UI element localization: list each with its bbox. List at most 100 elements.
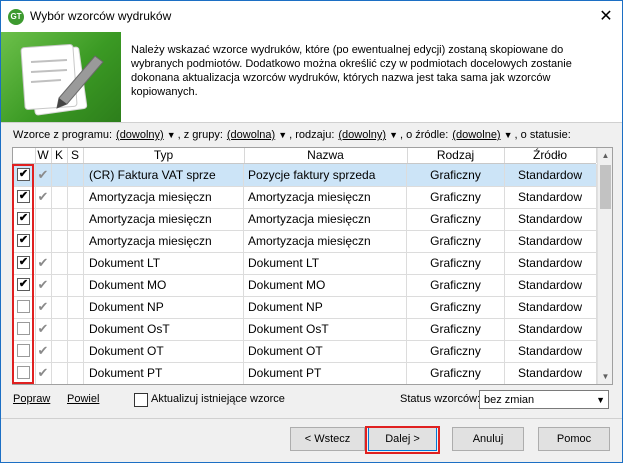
update-existing-label: Aktualizuj istniejące wzorce — [151, 393, 285, 405]
row-s-cell — [67, 362, 84, 384]
header-zrodlo[interactable]: Źródło — [504, 148, 597, 163]
row-typ: Amortyzacja miesięczn — [83, 186, 244, 208]
help-button[interactable]: Pomoc — [538, 427, 610, 451]
row-w-cell: ✔ — [35, 164, 52, 186]
row-nazwa: Amortyzacja miesięczn — [244, 208, 407, 230]
separator — [1, 418, 622, 419]
chevron-down-icon[interactable]: ▼ — [167, 130, 176, 140]
filter-kind-label: , rodzaju: — [289, 129, 335, 141]
cancel-button[interactable]: Anuluj — [452, 427, 524, 451]
scroll-up-icon[interactable]: ▲ — [598, 148, 612, 163]
row-w-cell: ✔ — [35, 318, 52, 340]
table-row[interactable]: ✔ ✔ (CR) Faktura VAT sprze Pozycje faktury … — [13, 164, 597, 187]
templates-grid[interactable]: W K S Typ Nazwa Rodzaj Źródło ✔ ✔ (CR) Fak… — [12, 147, 613, 385]
powiel-link[interactable]: Powiel — [67, 393, 99, 405]
table-row[interactable]: ✔ ✔ Dokument LT Dokument LT Graficzny Standar… — [13, 252, 597, 275]
row-nazwa: Amortyzacja miesięczn — [244, 186, 407, 208]
filter-group-dropdown[interactable]: (dowolna) — [227, 129, 275, 141]
chevron-down-icon[interactable]: ▼ — [278, 130, 287, 140]
row-w-cell: ✔ — [35, 186, 52, 208]
header-typ[interactable]: Typ — [83, 148, 245, 163]
chevron-down-icon[interactable]: ▼ — [389, 130, 398, 140]
vertical-scrollbar[interactable]: ▲ ▼ — [597, 148, 612, 384]
row-typ: Amortyzacja miesięczn — [83, 230, 244, 252]
scroll-down-icon[interactable]: ▼ — [598, 369, 612, 384]
row-w-cell: ✔ — [35, 252, 52, 274]
row-rodzaj: Graficzny — [407, 164, 505, 186]
check-mark-icon: ✔ — [37, 299, 49, 314]
header-rodzaj[interactable]: Rodzaj — [407, 148, 505, 163]
check-mark-icon: ✔ — [37, 189, 49, 204]
notepad-pencil-icon — [1, 32, 121, 122]
row-w-cell: ✔ — [35, 340, 52, 362]
status-select[interactable]: bez zmian ▼ — [479, 390, 609, 409]
row-typ: Dokument MO — [83, 274, 244, 296]
dialog-window: GT Wybór wzorców wydruków ✕ Należy wskaz… — [0, 0, 623, 463]
filter-program-dropdown[interactable]: (dowolny) — [116, 129, 164, 141]
row-typ: (CR) Faktura VAT sprze — [83, 164, 244, 186]
row-w-cell — [35, 230, 52, 252]
row-zrodlo: Standardow — [504, 186, 597, 208]
row-s-cell — [67, 274, 84, 296]
update-existing-checkbox[interactable] — [134, 393, 148, 407]
table-row[interactable]: ✔ Dokument NP Dokument NP Graficzny Standard… — [13, 296, 597, 319]
table-row[interactable]: ✔ Amortyzacja miesięczn Amortyzacja miesię… — [13, 208, 597, 231]
filter-group-label: , z grupy: — [177, 129, 223, 141]
row-k-cell — [51, 274, 68, 296]
check-mark-icon: ✔ — [37, 255, 49, 270]
row-zrodlo: Standardow — [504, 274, 597, 296]
header-check[interactable] — [13, 148, 36, 163]
row-typ: Dokument OsT — [83, 318, 244, 340]
highlight-next-button — [365, 426, 440, 454]
row-rodzaj: Graficzny — [407, 230, 505, 252]
back-button[interactable]: < Wstecz — [290, 427, 365, 451]
highlight-checkbox-column — [12, 164, 34, 384]
row-zrodlo: Standardow — [504, 362, 597, 384]
row-nazwa: Dokument OsT — [244, 318, 407, 340]
row-s-cell — [67, 252, 84, 274]
close-button[interactable]: ✕ — [590, 1, 622, 32]
row-k-cell — [51, 362, 68, 384]
table-row[interactable]: ✔ Dokument OsT Dokument OsT Graficzny Standa… — [13, 318, 597, 341]
banner-description: Należy wskazać wzorce wydruków, które (p… — [131, 44, 572, 98]
filter-kind-dropdown[interactable]: (dowolny) — [338, 129, 386, 141]
header-w[interactable]: W — [35, 148, 52, 163]
table-row[interactable]: ✔ Dokument OT Dokument OT Graficzny Standard… — [13, 340, 597, 363]
row-rodzaj: Graficzny — [407, 186, 505, 208]
row-s-cell — [67, 296, 84, 318]
info-banner: Należy wskazać wzorce wydruków, które (p… — [1, 32, 622, 123]
row-s-cell — [67, 164, 84, 186]
row-s-cell — [67, 186, 84, 208]
check-mark-icon: ✔ — [37, 277, 49, 292]
table-row[interactable]: ✔ ✔ Dokument MO Dokument MO Graficzny Standar… — [13, 274, 597, 297]
status-select-value: bez zmian — [484, 394, 535, 406]
row-s-cell — [67, 230, 84, 252]
row-rodzaj: Graficzny — [407, 362, 505, 384]
filter-status-label: , o statusie: — [514, 129, 571, 141]
row-k-cell — [51, 296, 68, 318]
row-w-cell: ✔ — [35, 362, 52, 384]
check-mark-icon: ✔ — [37, 167, 49, 182]
table-row[interactable]: ✔ Dokument PT Dokument PT Graficzny Standard… — [13, 362, 597, 384]
row-rodzaj: Graficzny — [407, 208, 505, 230]
app-logo-icon: GT — [8, 9, 24, 25]
chevron-down-icon[interactable]: ▼ — [504, 130, 513, 140]
table-row[interactable]: ✔ ✔ Amortyzacja miesięczn Amortyzacja miesi… — [13, 186, 597, 209]
header-s[interactable]: S — [67, 148, 84, 163]
header-nazwa[interactable]: Nazwa — [244, 148, 408, 163]
check-mark-icon: ✔ — [37, 321, 49, 336]
popraw-link[interactable]: Popraw — [13, 393, 50, 405]
filter-source-dropdown[interactable]: (dowolne) — [452, 129, 500, 141]
header-k[interactable]: K — [51, 148, 68, 163]
scroll-thumb[interactable] — [600, 165, 611, 209]
row-k-cell — [51, 318, 68, 340]
grid-header: W K S Typ Nazwa Rodzaj Źródło — [13, 148, 597, 164]
filter-source-label: , o źródle: — [399, 129, 449, 141]
row-zrodlo: Standardow — [504, 252, 597, 274]
row-k-cell — [51, 164, 68, 186]
row-w-cell: ✔ — [35, 296, 52, 318]
row-zrodlo: Standardow — [504, 296, 597, 318]
chevron-down-icon: ▼ — [596, 395, 605, 405]
filter-row: Wzorce z programu: (dowolny) ▼, z grupy: (d… — [13, 129, 613, 143]
table-row[interactable]: ✔ Amortyzacja miesięczn Amortyzacja miesię… — [13, 230, 597, 253]
